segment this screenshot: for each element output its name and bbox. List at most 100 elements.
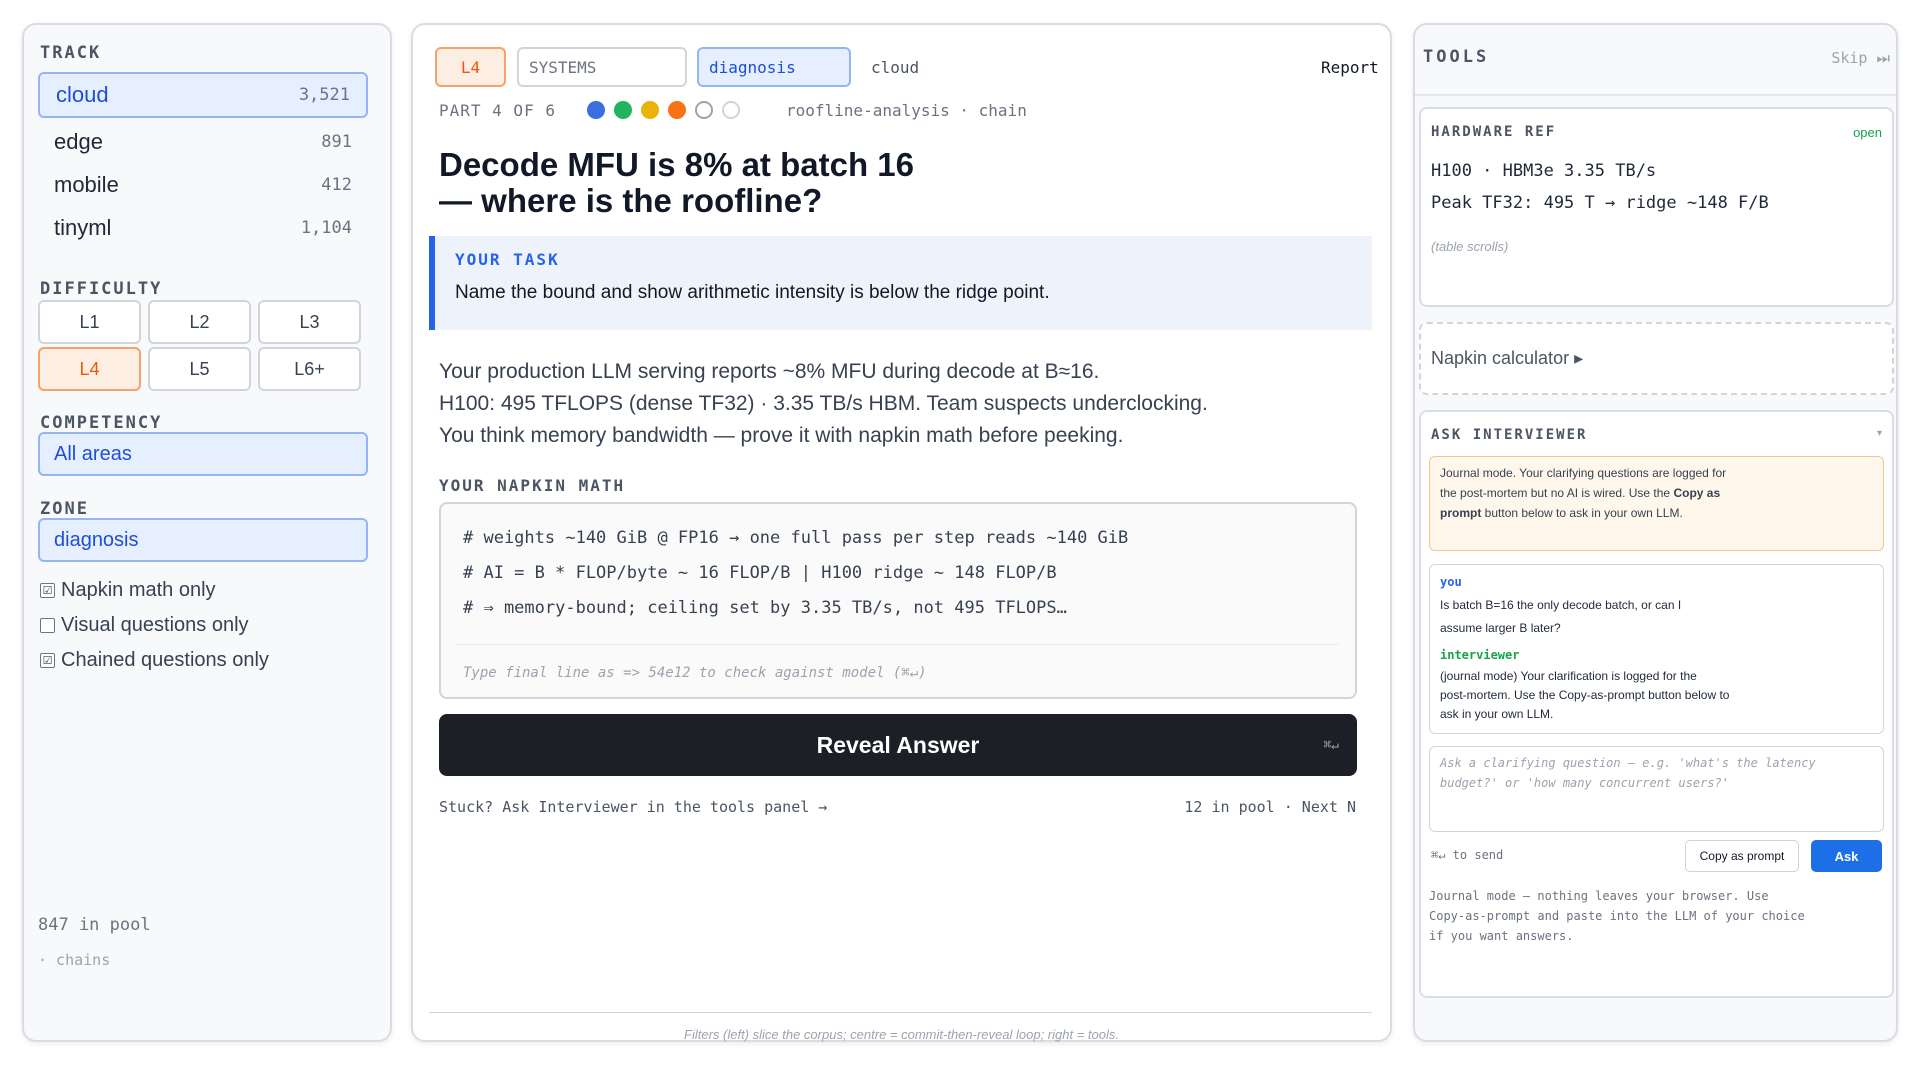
napkin-label: YOUR NAPKIN MATH xyxy=(439,476,626,495)
reveal-answer-button[interactable]: Reveal Answer ⌘↵ xyxy=(439,714,1357,776)
chained-only-checkbox[interactable]: ☑ Chained questions only xyxy=(40,649,269,672)
tools-panel: TOOLS Skip ⏭ HARDWARE REF open H100 · HB… xyxy=(1413,23,1898,1042)
interviewer-label: interviewer xyxy=(1440,648,1520,662)
track-label: TRACK xyxy=(40,43,102,63)
stuck-hint[interactable]: Stuck? Ask Interviewer in the tools pane… xyxy=(439,798,827,816)
reveal-label: Reveal Answer xyxy=(816,731,980,758)
task-text: Name the bound and show arithmetic inten… xyxy=(455,282,1050,303)
you-label: you xyxy=(1440,575,1462,589)
difficulty-l3[interactable]: L3 xyxy=(258,300,361,344)
body-line: You think memory bandwidth — prove it wi… xyxy=(439,424,1124,447)
ask-placeholder: budget?' or 'how many concurrent users?' xyxy=(1440,776,1729,790)
notice-line: Journal mode. Your clarifying questions … xyxy=(1440,466,1727,480)
track-count: 412 xyxy=(321,175,352,195)
chat-transcript: you Is batch B=16 the only decode batch,… xyxy=(1429,564,1884,734)
filters-panel: TRACK cloud 3,521 edge 891 mobile 412 ti… xyxy=(22,23,392,1042)
progress-dot-4 xyxy=(668,101,686,119)
track-name: cloud xyxy=(56,82,109,107)
skip-button[interactable]: Skip ⏭ xyxy=(1831,49,1890,67)
tools-divider xyxy=(1415,94,1896,96)
notice-bold: Copy as xyxy=(1673,486,1721,500)
hw-note: (table scrolls) xyxy=(1431,239,1509,254)
difficulty-label: DIFFICULTY xyxy=(40,279,163,299)
competency-label: COMPETENCY xyxy=(40,413,163,433)
ask-label: ASK INTERVIEWER xyxy=(1431,427,1588,443)
hw-line: Peak TF32: 495 T → ridge ~148 F/B xyxy=(1431,193,1769,213)
track-item-cloud[interactable]: cloud 3,521 xyxy=(38,72,368,118)
notice-line: the post-mortem but no AI is wired. Use … xyxy=(1440,486,1671,500)
footer-divider xyxy=(429,1012,1372,1013)
code-line: # AI = B * FLOP/byte ~ 16 FLOP/B | H100 … xyxy=(463,563,1057,583)
track-count: 891 xyxy=(321,132,352,152)
checkbox-label: Visual questions only xyxy=(61,614,249,636)
track-count: 3,521 xyxy=(298,85,350,105)
code-line: # ⇒ memory-bound; ceiling set by 3.35 TB… xyxy=(463,598,1067,618)
copy-as-prompt-button[interactable]: Copy as prompt xyxy=(1685,840,1799,872)
napkin-calc-label: Napkin calculator ▸ xyxy=(1431,348,1584,368)
pool-count: 847 in pool xyxy=(38,915,151,935)
journal-line: if you want answers. xyxy=(1429,929,1574,943)
track-name: edge xyxy=(54,129,103,154)
systems-chip[interactable]: SYSTEMS xyxy=(517,47,687,87)
hw-label: HARDWARE REF xyxy=(1431,124,1557,140)
chat-message: Is batch B=16 the only decode batch, or … xyxy=(1440,598,1682,612)
difficulty-l6plus[interactable]: L6+ xyxy=(258,347,361,391)
journal-line: Journal mode — nothing leaves your brows… xyxy=(1429,889,1769,903)
chat-message: assume larger B later? xyxy=(1440,621,1561,635)
track-name: mobile xyxy=(54,172,119,197)
chat-message: post-mortem. Use the Copy-as-prompt butt… xyxy=(1440,688,1730,702)
track-item-tinyml[interactable]: tinyml 1,104 xyxy=(38,205,368,251)
progress-dot-3 xyxy=(641,101,659,119)
body-line: Your production LLM serving reports ~8% … xyxy=(439,360,1100,383)
track-item-mobile[interactable]: mobile 412 xyxy=(38,162,368,208)
code-line: # weights ~140 GiB @ FP16 → one full pas… xyxy=(463,528,1129,548)
progress-dot-6 xyxy=(722,101,740,119)
tools-label: TOOLS xyxy=(1423,47,1490,67)
editor-divider xyxy=(455,644,1339,645)
pool-next[interactable]: 12 in pool · Next N xyxy=(1184,798,1356,816)
question-panel: L4 SYSTEMS diagnosis cloud Report PART 4… xyxy=(411,23,1392,1042)
question-body: Your production LLM serving reports ~8% … xyxy=(439,356,1208,452)
journal-footnote: Journal mode — nothing leaves your brows… xyxy=(1429,886,1805,946)
progress-dot-1 xyxy=(587,101,605,119)
collapse-caret-icon[interactable]: ▾ xyxy=(1877,428,1882,439)
ask-placeholder: Ask a clarifying question — e.g. 'what's… xyxy=(1440,756,1816,770)
difficulty-l1[interactable]: L1 xyxy=(38,300,141,344)
task-label: YOUR TASK xyxy=(455,250,560,269)
part-indicator: PART 4 OF 6 xyxy=(439,101,556,120)
napkin-calculator-card[interactable]: Napkin calculator ▸ xyxy=(1419,322,1894,395)
chat-message: (journal mode) Your clarification is log… xyxy=(1440,669,1697,683)
report-link[interactable]: Report xyxy=(1311,47,1389,87)
difficulty-l5[interactable]: L5 xyxy=(148,347,251,391)
question-title-line2: — where is the roofline? xyxy=(439,182,823,219)
progress-dot-2 xyxy=(614,101,632,119)
send-hint: ⌘↵ to send xyxy=(1431,848,1504,862)
track-chip: cloud xyxy=(871,57,920,77)
question-title: Decode MFU is 8% at batch 16 — where is … xyxy=(439,147,914,219)
difficulty-l2[interactable]: L2 xyxy=(148,300,251,344)
zone-select[interactable]: diagnosis xyxy=(38,518,368,562)
ask-button[interactable]: Ask xyxy=(1811,840,1882,872)
competency-select[interactable]: All areas xyxy=(38,432,368,476)
checkbox-label: Napkin math only xyxy=(61,579,216,601)
hardware-ref-card: HARDWARE REF open H100 · HBM3e 3.35 TB/s… xyxy=(1419,107,1894,307)
level-chip[interactable]: L4 xyxy=(435,47,506,87)
diagnosis-chip[interactable]: diagnosis xyxy=(697,47,851,87)
hw-open-link[interactable]: open xyxy=(1853,125,1882,140)
chain-info: roofline-analysis · chain xyxy=(786,101,1027,120)
ask-input[interactable]: Ask a clarifying question — e.g. 'what's… xyxy=(1429,746,1884,832)
journal-notice: Journal mode. Your clarifying questions … xyxy=(1429,456,1884,551)
napkin-math-editor[interactable]: # weights ~140 GiB @ FP16 → one full pas… xyxy=(439,502,1357,699)
final-line-input[interactable]: Type final line as => 54e12 to check aga… xyxy=(463,665,927,681)
notice-bold: prompt xyxy=(1440,506,1482,520)
track-item-edge[interactable]: edge 891 xyxy=(38,119,368,165)
checkbox-checked-icon: ☑ xyxy=(40,653,55,668)
layout-footer: Filters (left) slice the corpus; centre … xyxy=(684,1027,1119,1042)
visual-only-checkbox[interactable]: Visual questions only xyxy=(40,614,249,637)
reveal-shortcut: ⌘↵ xyxy=(1323,737,1339,753)
difficulty-l4[interactable]: L4 xyxy=(38,347,141,391)
track-name: tinyml xyxy=(54,215,112,240)
hw-line: H100 · HBM3e 3.35 TB/s xyxy=(1431,161,1657,181)
checkbox-checked-icon: ☑ xyxy=(40,583,55,598)
napkin-only-checkbox[interactable]: ☑ Napkin math only xyxy=(40,579,216,602)
